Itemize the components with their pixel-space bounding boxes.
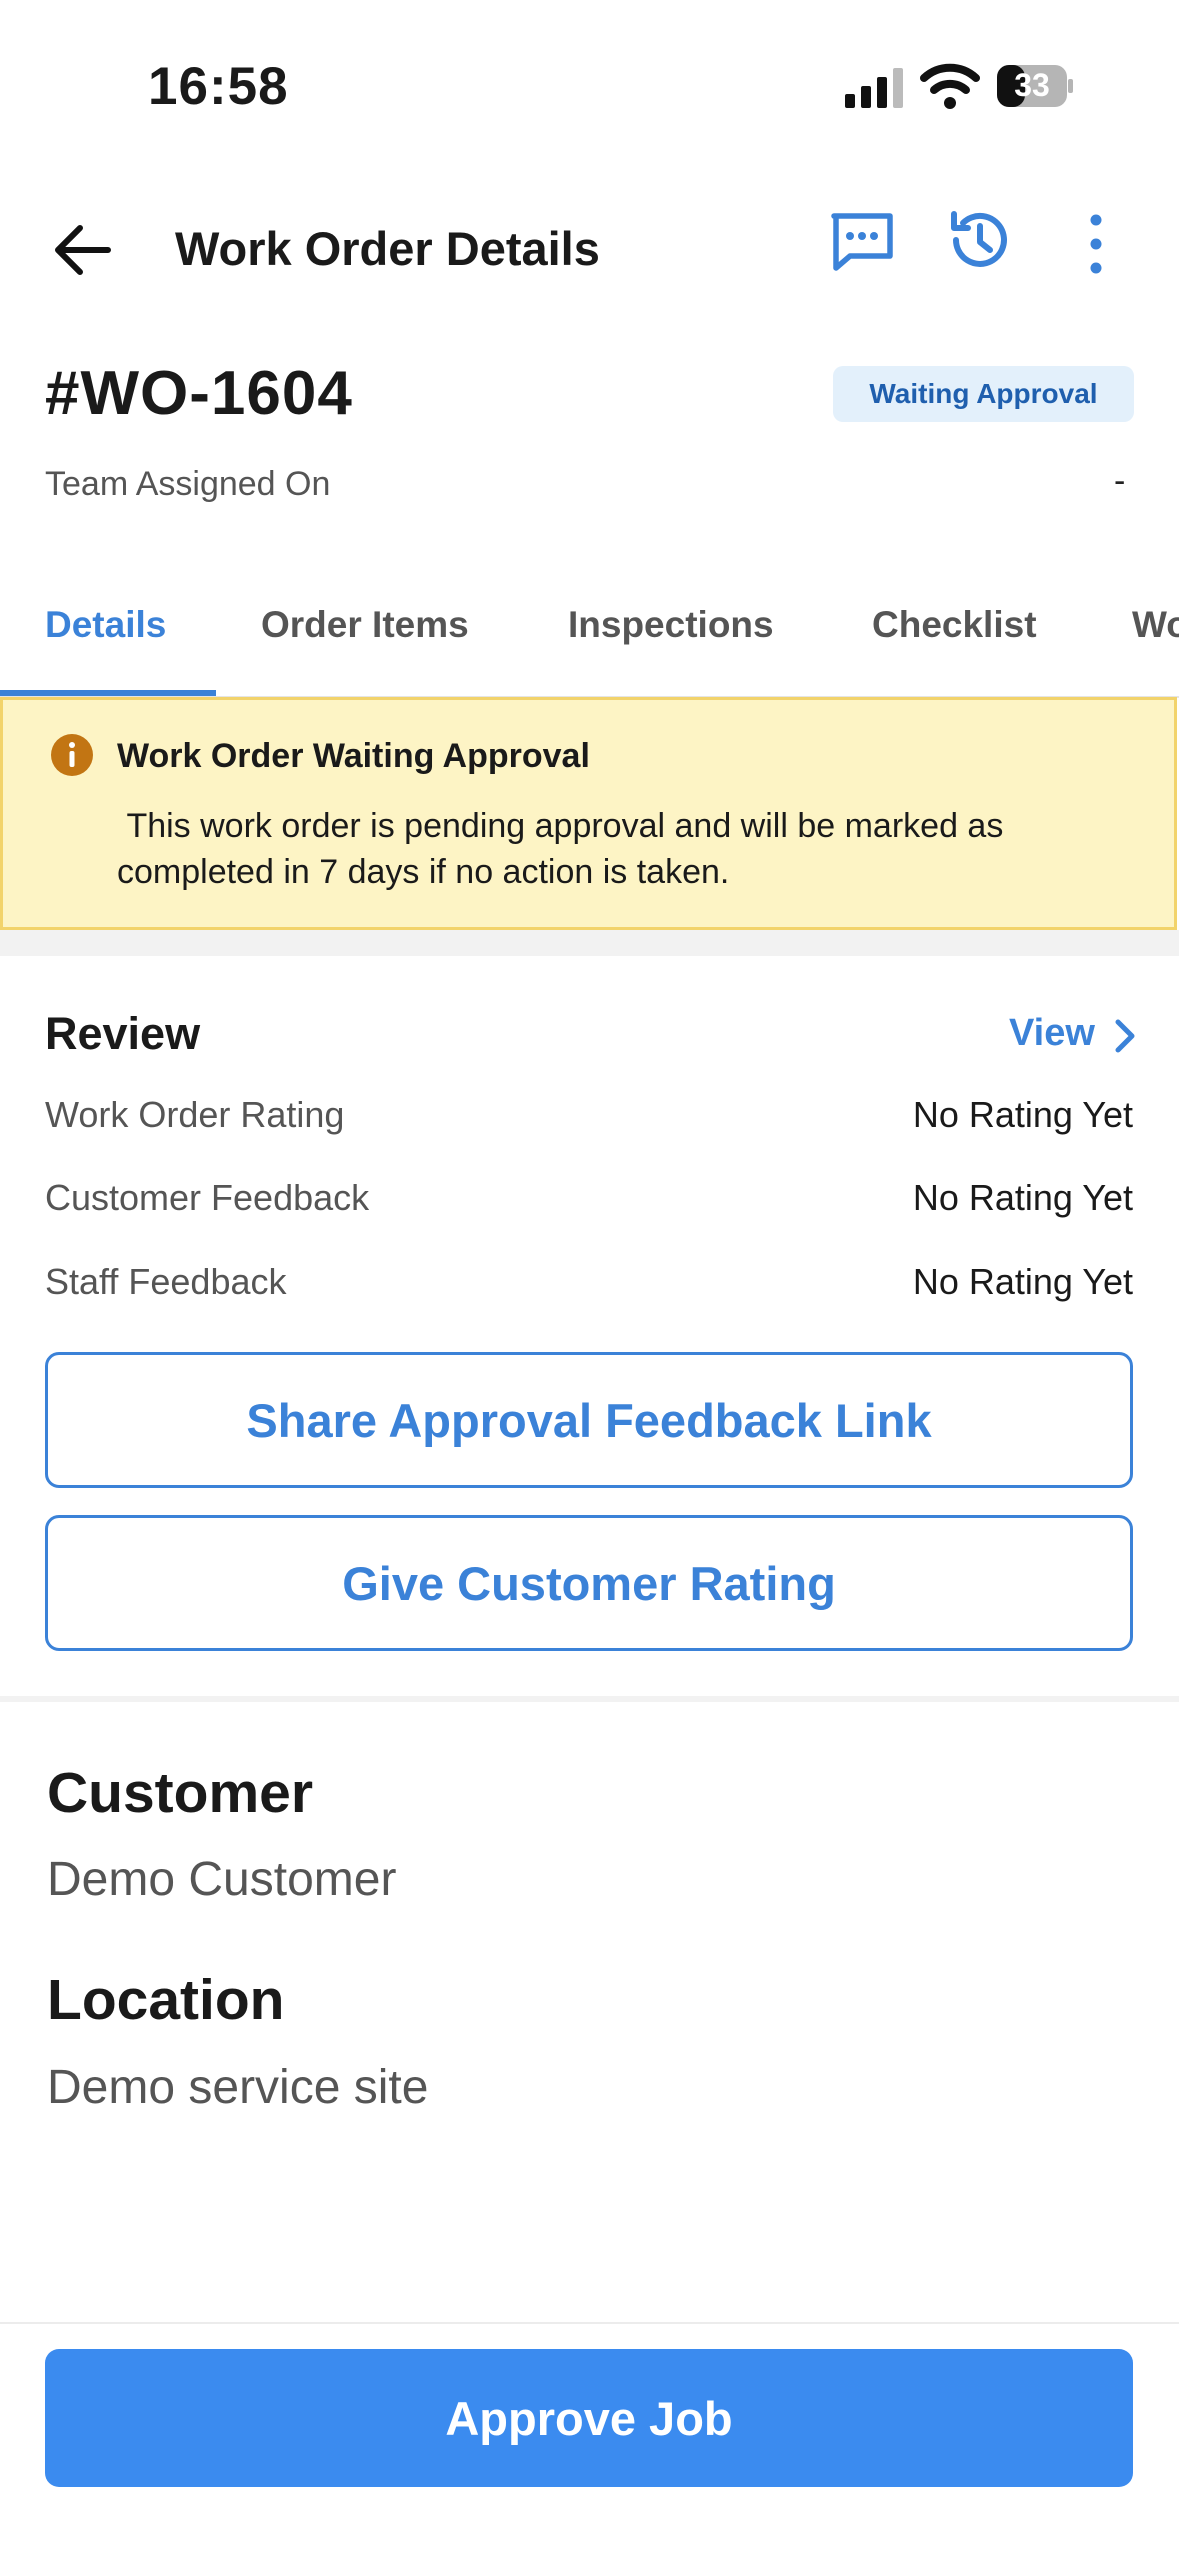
more-options-icon[interactable]: [1086, 212, 1106, 276]
tab-details[interactable]: Details: [45, 604, 166, 646]
alert-title: Work Order Waiting Approval: [117, 737, 590, 775]
back-arrow-icon[interactable]: [52, 222, 112, 278]
chat-icon[interactable]: [828, 208, 896, 276]
customer-title: Customer: [47, 1761, 314, 1825]
staff-feedback-label: Staff Feedback: [45, 1261, 287, 1302]
tab-work[interactable]: Wo: [1132, 604, 1179, 646]
battery-icon: 33: [996, 64, 1074, 108]
tab-bar: Details Order Items Inspections Checklis…: [0, 590, 1179, 698]
work-order-id: #WO-1604: [45, 359, 353, 428]
location-title: Location: [47, 1968, 285, 2032]
status-time: 16:58: [148, 57, 289, 116]
footer-divider: [0, 2322, 1179, 2324]
page-title: Work Order Details: [175, 222, 600, 275]
info-icon: [51, 734, 93, 776]
cellular-signal-icon: [845, 68, 903, 108]
history-icon[interactable]: [944, 206, 1012, 274]
wifi-icon: [920, 63, 980, 109]
customer-feedback-label: Customer Feedback: [45, 1177, 370, 1218]
view-link[interactable]: View: [1009, 1012, 1095, 1055]
approve-job-button[interactable]: Approve Job: [45, 2349, 1133, 2487]
work-order-rating-value: No Rating Yet: [912, 1094, 1133, 1135]
tab-inspections[interactable]: Inspections: [568, 604, 774, 646]
share-approval-feedback-link-button[interactable]: Share Approval Feedback Link: [45, 1352, 1133, 1488]
tab-order-items[interactable]: Order Items: [261, 604, 469, 646]
tab-checklist[interactable]: Checklist: [872, 604, 1037, 646]
section-separator: [0, 930, 1179, 956]
section-divider: [0, 1696, 1179, 1702]
team-assigned-value: -: [1114, 462, 1126, 500]
battery-level: 33: [1014, 67, 1050, 103]
location-value: Demo service site: [47, 2061, 429, 2114]
customer-feedback-value: No Rating Yet: [912, 1177, 1133, 1218]
active-tab-indicator: [0, 690, 216, 696]
status-badge: Waiting Approval: [833, 366, 1134, 422]
give-customer-rating-button[interactable]: Give Customer Rating: [45, 1515, 1133, 1651]
staff-feedback-value: No Rating Yet: [912, 1261, 1133, 1302]
customer-value: Demo Customer: [47, 1853, 397, 1906]
chevron-right-icon[interactable]: [1112, 1018, 1138, 1054]
work-order-rating-label: Work Order Rating: [45, 1094, 345, 1135]
review-title: Review: [45, 1008, 201, 1059]
team-assigned-label: Team Assigned On: [45, 465, 331, 503]
alert-message: This work order is pending approval and …: [117, 807, 1013, 891]
